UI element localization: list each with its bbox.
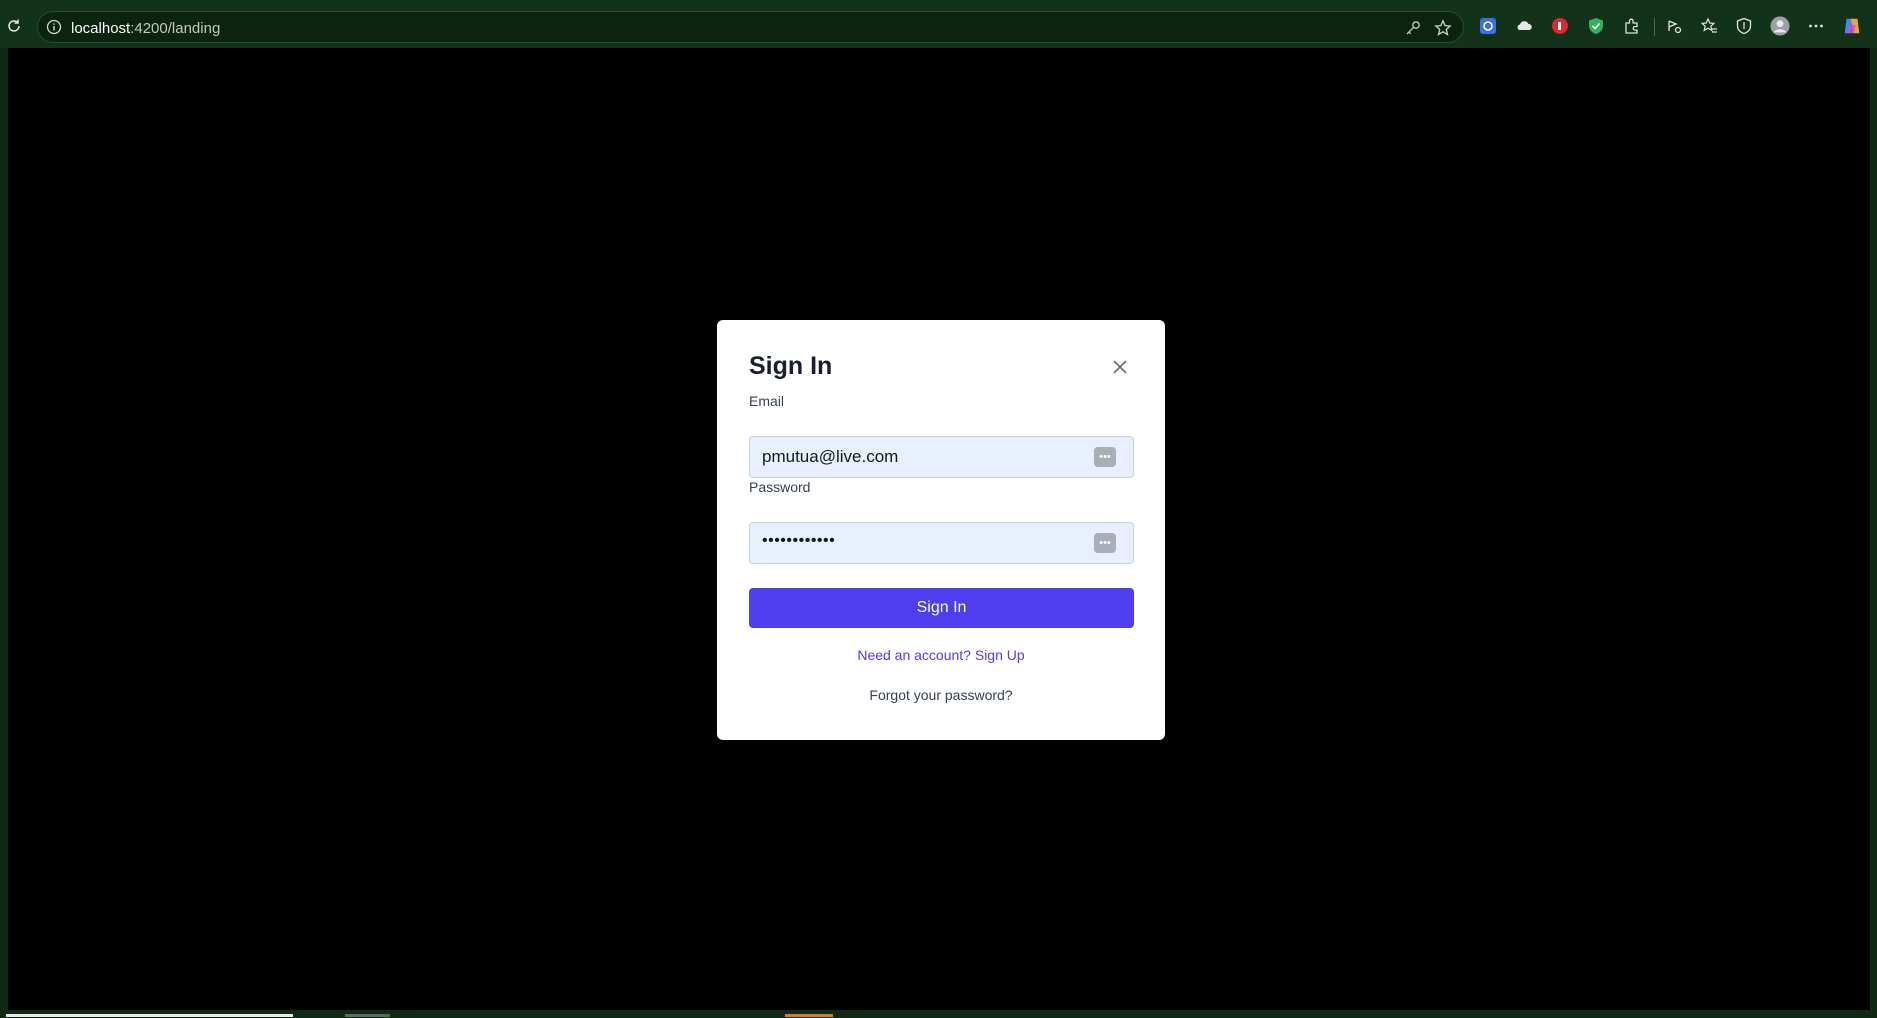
favorite-star-icon[interactable] xyxy=(1434,19,1452,37)
more-menu-icon[interactable] xyxy=(1806,16,1826,36)
green-shield-icon[interactable] xyxy=(1586,16,1606,36)
address-bar[interactable]: localhost:4200/landing xyxy=(37,11,1464,43)
email-label: Email xyxy=(749,393,785,409)
sign-up-link[interactable]: Need an account? Sign Up xyxy=(717,647,1165,663)
favorites-icon[interactable] xyxy=(1699,16,1719,36)
toolbar-divider xyxy=(1654,18,1655,36)
email-field[interactable]: pmutua@live.com ••• xyxy=(749,436,1134,478)
browser-essentials-icon[interactable] xyxy=(1734,16,1754,36)
progress-segment xyxy=(345,1014,390,1017)
dialog-title: Sign In xyxy=(749,352,833,380)
puzzle-icon[interactable] xyxy=(1622,16,1642,36)
bottom-status-strip xyxy=(0,1012,1877,1018)
sign-in-dialog: Sign In Email pmutua@live.com ••• Passwo… xyxy=(717,320,1165,740)
password-value: •••••••••••• xyxy=(762,532,836,549)
red-extension-icon[interactable] xyxy=(1550,16,1570,36)
close-icon[interactable] xyxy=(1109,356,1131,378)
sign-in-button[interactable]: Sign In xyxy=(749,588,1134,628)
password-label: Password xyxy=(749,479,811,495)
cloud-icon[interactable] xyxy=(1514,16,1534,36)
password-field[interactable]: •••••••••••• ••• xyxy=(749,522,1134,564)
url-path: :4200/landing xyxy=(130,20,221,37)
reload-icon[interactable] xyxy=(4,16,24,36)
copilot-icon[interactable] xyxy=(1842,16,1862,36)
password-manager-icon[interactable]: ••• xyxy=(1094,533,1116,553)
url-host: localhost xyxy=(71,20,131,37)
forgot-password-link[interactable]: Forgot your password? xyxy=(717,687,1165,703)
email-value: pmutua@live.com xyxy=(762,447,899,466)
url-text[interactable]: localhost:4200/landing xyxy=(71,20,220,37)
profile-avatar-icon[interactable] xyxy=(1770,16,1790,36)
password-manager-icon[interactable]: ••• xyxy=(1094,447,1116,467)
progress-segment xyxy=(785,1014,833,1017)
extension-1-icon[interactable] xyxy=(1478,16,1498,36)
browser-toolbar: localhost:4200/landing xyxy=(0,0,1877,48)
progress-segment xyxy=(6,1014,293,1017)
site-info-icon[interactable] xyxy=(46,19,62,35)
key-icon[interactable] xyxy=(1404,19,1422,37)
read-aloud-icon[interactable] xyxy=(1664,16,1684,36)
